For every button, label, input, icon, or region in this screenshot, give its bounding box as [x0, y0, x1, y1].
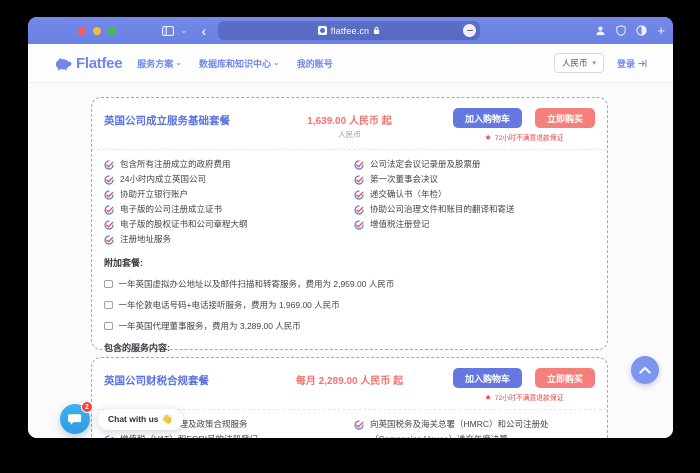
feature-item: 公司法定会议记录册及股票册 [354, 157, 594, 172]
star-icon: ★ [485, 134, 492, 141]
check-circle-icon [354, 190, 364, 200]
new-tab-icon[interactable]: + [657, 23, 665, 38]
card-actions: 加入购物车 立即购买 ★ 72小时不满意退款保证 [453, 368, 595, 402]
check-circle-icon [104, 175, 114, 185]
chat-widget: 2 Chat with us 👋 [60, 404, 183, 434]
zoom-window-icon[interactable] [108, 27, 116, 35]
toolbar-right-icons: + [595, 17, 665, 44]
feature-item: 协助公司治理文件和账目的翻译和寄送 [354, 202, 594, 217]
package-title: 英国公司财税合规套餐 [104, 368, 296, 388]
addon-option[interactable]: 一年英国虚拟办公地址以及邮件扫描和转寄服务，费用为 2,959.00 人民币 [104, 278, 595, 290]
buy-now-button[interactable]: 立即购买 [535, 368, 595, 388]
check-circle-icon [104, 220, 114, 230]
add-to-cart-button[interactable]: 加入购物车 [453, 368, 522, 388]
close-window-icon[interactable] [78, 27, 86, 35]
addon-option[interactable]: 一年伦敦电话号码+电话接听服务，费用为 1,969.00 人民币 [104, 299, 595, 311]
main-nav: 服务方案 ⌄ 数据库和知识中心 ⌄ 我的账号 [137, 57, 332, 70]
feature-item: 增值税注册登记 [354, 217, 594, 232]
profile-icon[interactable] [595, 25, 606, 36]
minimize-window-icon[interactable] [93, 27, 101, 35]
package-title: 英国公司成立服务基础套餐 [104, 108, 307, 128]
chevron-down-icon: ▾ [592, 59, 596, 67]
chevron-up-icon [639, 366, 651, 374]
feature-item: 包含所有注册成立的政府费用 [104, 157, 354, 172]
contrast-icon[interactable] [636, 25, 647, 36]
login-arrow-icon [638, 59, 647, 68]
divider [92, 149, 607, 150]
shield-icon[interactable] [616, 25, 626, 36]
price-currency-label: 人民币 [307, 129, 391, 140]
currency-selector[interactable]: 人民币 ▾ [554, 53, 604, 73]
checkbox-icon[interactable] [104, 301, 113, 310]
nav-item-my-account[interactable]: 我的账号 [297, 57, 333, 70]
login-link[interactable]: 登录 [617, 57, 647, 70]
brand-name: Flatfee [76, 55, 122, 72]
site-header: Flatfee 服务方案 ⌄ 数据库和知识中心 ⌄ 我的账号 人民币 ▾ [28, 44, 673, 83]
package-price: 每月 2,289.00 人民币 起 [296, 372, 403, 387]
back-icon[interactable]: ‹ [202, 26, 207, 36]
desktop-background: ⌄ ‹ flatfee.cn + [0, 0, 700, 473]
chat-tooltip[interactable]: Chat with us 👋 [98, 409, 183, 430]
url-text: flatfee.cn [331, 26, 370, 36]
tab-group-caret-icon[interactable]: ⌄ [180, 25, 188, 36]
price-block: 每月 2,289.00 人民币 起 [296, 368, 403, 387]
check-circle-icon [104, 435, 114, 439]
refund-guarantee: ★ 72小时不满意退款保证 [485, 392, 564, 402]
checkbox-icon[interactable] [104, 280, 113, 289]
feature-item: 向英国税务及海关总署（HMRC）和公司注册处（Companies House）递… [354, 417, 594, 438]
wave-emoji-icon: 👋 [162, 414, 173, 425]
nav-item-services[interactable]: 服务方案 ⌄ [137, 57, 182, 70]
price-block: 1,639.00 人民币 起 人民币 [307, 108, 391, 140]
refund-guarantee: ★ 72小时不满意退款保证 [485, 132, 564, 142]
check-circle-icon [354, 420, 364, 430]
url-badge-icon[interactable] [463, 24, 476, 37]
addons-title: 附加套餐: [104, 256, 595, 269]
buy-now-button[interactable]: 立即购买 [535, 108, 595, 128]
nav-item-knowledge-center[interactable]: 数据库和知识中心 ⌄ [199, 57, 280, 70]
browser-window: ⌄ ‹ flatfee.cn + [28, 17, 673, 438]
brand-logo[interactable]: Flatfee [54, 55, 122, 72]
check-circle-icon [354, 220, 364, 230]
page-content: 英国公司成立服务基础套餐 1,639.00 人民币 起 人民币 加入购物车 立即… [28, 83, 673, 438]
card-actions: 加入购物车 立即购买 ★ 72小时不满意退款保证 [453, 108, 595, 142]
sidebar-toggle-icon[interactable] [162, 26, 174, 36]
site-favicon [318, 26, 327, 35]
chat-button[interactable]: 2 [60, 404, 90, 434]
browser-toolbar: ⌄ ‹ flatfee.cn + [28, 17, 673, 44]
card-header: 英国公司财税合规套餐 每月 2,289.00 人民币 起 加入购物车 立即购买 … [104, 368, 595, 402]
chat-bubble-icon [68, 413, 82, 426]
url-bar[interactable]: flatfee.cn [218, 21, 480, 40]
feature-item: 递交确认书（年检） [354, 187, 594, 202]
check-circle-icon [104, 235, 114, 245]
chat-unread-badge: 2 [81, 401, 93, 413]
addon-option[interactable]: 一年英国代理董事服务，费用为 3,289.00 人民币 [104, 320, 595, 332]
check-circle-icon [354, 205, 364, 215]
feature-item: 24小时内成立英国公司 [104, 172, 354, 187]
add-to-cart-button[interactable]: 加入购物车 [453, 108, 522, 128]
feature-item: 第一次董事会决议 [354, 172, 594, 187]
lock-icon [373, 26, 380, 35]
feature-item: 电子版的股权证书和公司章程大纲 [104, 217, 354, 232]
star-icon: ★ [485, 394, 492, 401]
check-circle-icon [104, 205, 114, 215]
chevron-down-icon: ⌄ [273, 60, 280, 66]
scroll-to-top-button[interactable] [631, 356, 659, 384]
chevron-down-icon: ⌄ [175, 60, 182, 66]
package-price: 1,639.00 人民币 起 [307, 112, 391, 127]
package-card-basic-formation: 英国公司成立服务基础套餐 1,639.00 人民币 起 人民币 加入购物车 立即… [91, 97, 608, 350]
feature-list: 包含所有注册成立的政府费用 24小时内成立英国公司 协助开立银行账户 电子版的公… [104, 157, 595, 247]
checkbox-icon[interactable] [104, 322, 113, 331]
card-header: 英国公司成立服务基础套餐 1,639.00 人民币 起 人民币 加入购物车 立即… [104, 108, 595, 142]
check-circle-icon [354, 160, 364, 170]
included-services-title: 包含的服务内容: [104, 341, 595, 354]
check-circle-icon [104, 160, 114, 170]
header-right: 人民币 ▾ 登录 [554, 53, 647, 73]
traffic-lights [78, 27, 116, 35]
feature-item: 注册地址服务 [104, 232, 354, 247]
feature-item: 电子版的公司注册成立证书 [104, 202, 354, 217]
check-circle-icon [354, 175, 364, 185]
piggy-bank-icon [54, 56, 72, 71]
check-circle-icon [104, 190, 114, 200]
feature-item: 协助开立银行账户 [104, 187, 354, 202]
